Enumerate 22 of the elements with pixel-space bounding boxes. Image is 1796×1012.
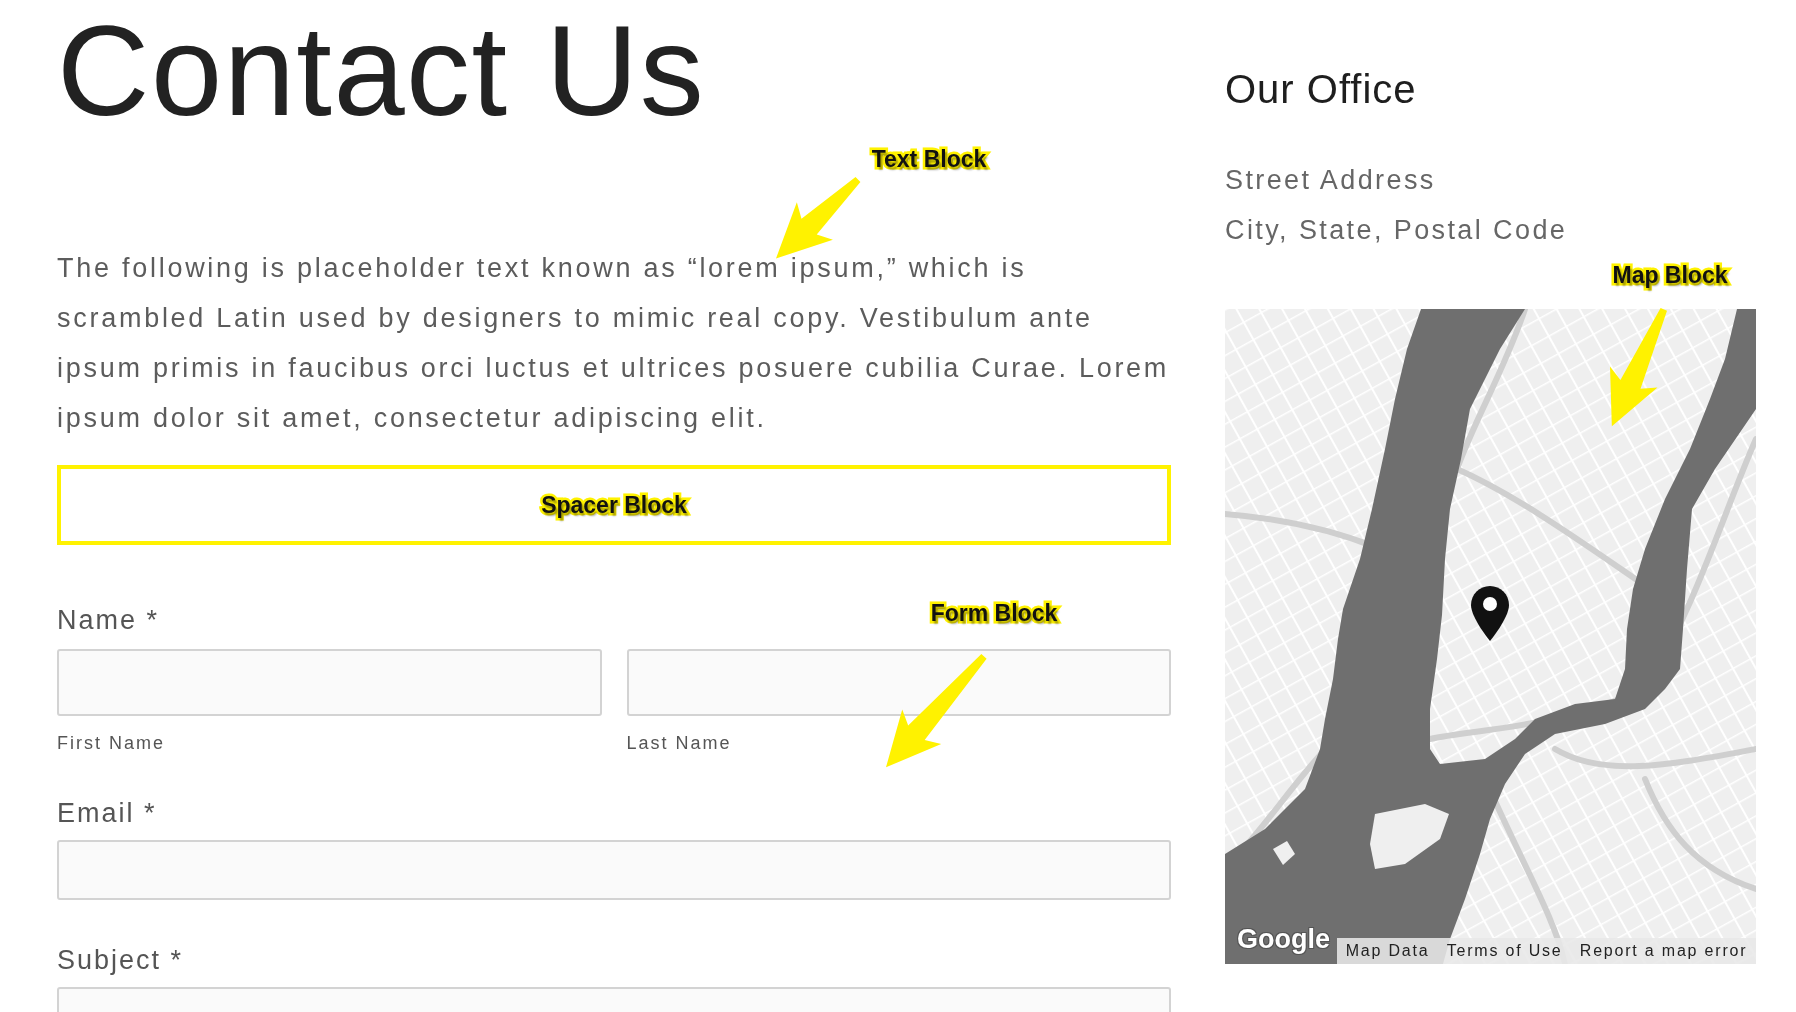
map-link[interactable]: Terms of Use xyxy=(1446,941,1563,961)
callout-label: Form Block xyxy=(930,599,1058,627)
field-sublabel: Last Name xyxy=(626,733,732,753)
input-field[interactable] xyxy=(57,840,1171,900)
body-paragraph: The following is placeholder text known as “lorem ipsum,” which is scrambled Latin used by designers to mimic real copy. Vestibulum ante ipsum primis in faucibus orci luctus et ultrices posuere cubilia Curae. Lorem ipsum dolor sit amet, consectetur adipiscing elit. xyxy=(57,252,1171,435)
address-line: City, State, Postal Code xyxy=(1225,214,1568,247)
callout-label: Text Block xyxy=(871,145,987,173)
callout-label: Spacer Block xyxy=(541,491,687,519)
map-link[interactable]: Map Data xyxy=(1345,941,1430,961)
field-label: Name * xyxy=(57,605,160,635)
map-pin-icon xyxy=(1471,586,1509,641)
address-line: Street Address xyxy=(1225,164,1436,197)
callout-label: Map Block xyxy=(1612,261,1728,289)
section-title: Our Office xyxy=(1225,66,1417,113)
map-logo: Google xyxy=(1237,924,1330,954)
map-link[interactable]: Report a map error xyxy=(1579,941,1748,961)
page-title: Contact Us xyxy=(57,7,706,135)
field-label: Email * xyxy=(57,798,157,828)
field-sublabel: First Name xyxy=(57,733,165,753)
field-label: Subject * xyxy=(57,945,184,975)
input-field[interactable] xyxy=(626,649,1171,716)
input-field[interactable] xyxy=(57,649,602,716)
